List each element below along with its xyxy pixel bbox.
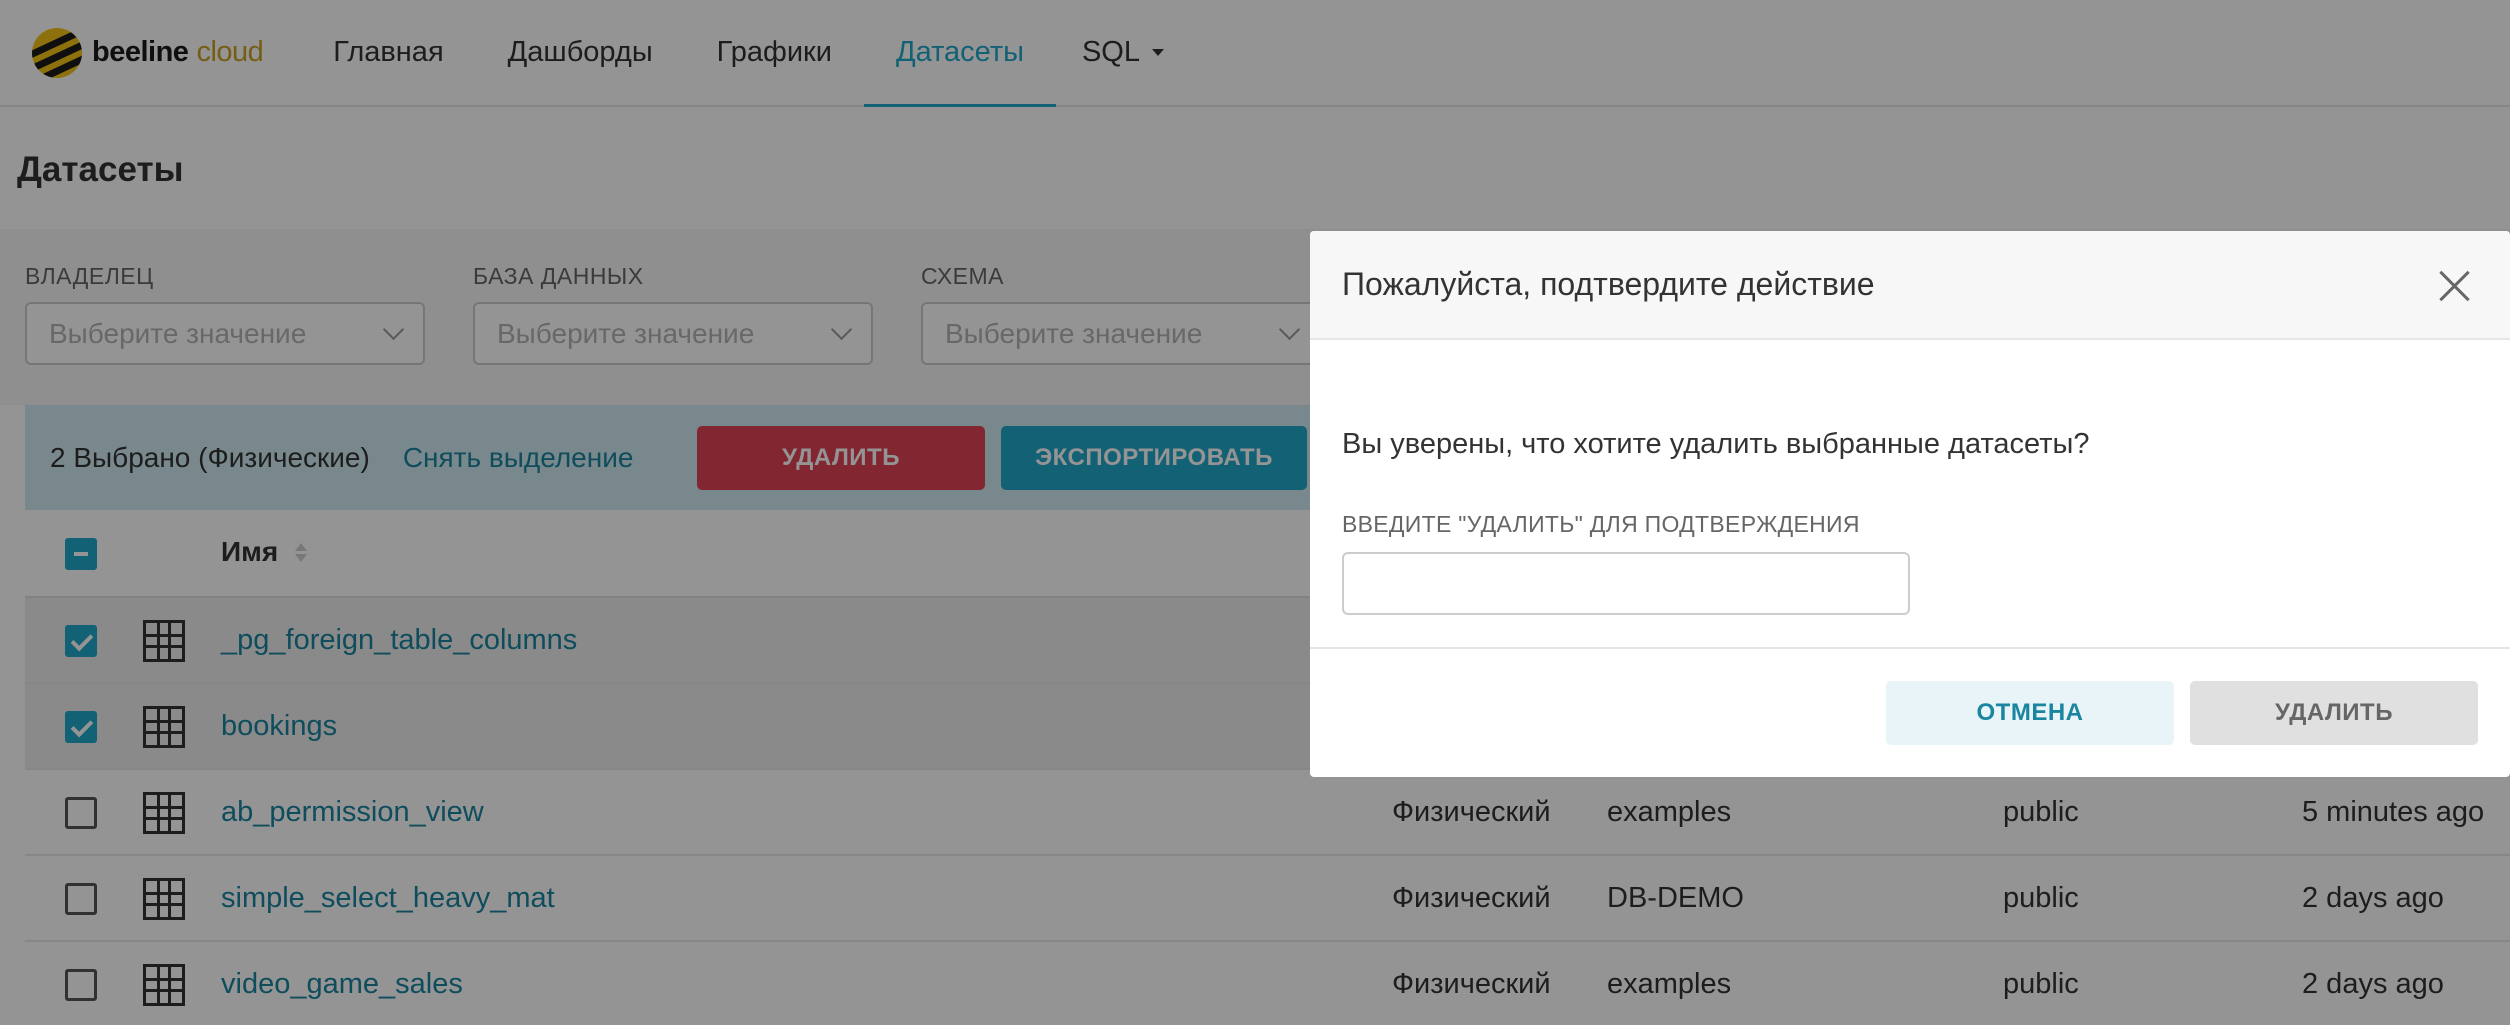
confirm-delete-modal: Пожалуйста, подтвердите действие Вы увер… bbox=[1310, 231, 2510, 777]
modal-title: Пожалуйста, подтвердите действие bbox=[1342, 266, 1875, 302]
modal-header: Пожалуйста, подтвердите действие bbox=[1310, 231, 2510, 340]
modal-divider bbox=[1310, 647, 2510, 649]
cancel-button[interactable]: ОТМЕНА bbox=[1886, 681, 2174, 745]
modal-question: Вы уверены, что хотите удалить выбранные… bbox=[1342, 428, 2090, 460]
confirm-delete-button[interactable]: УДАЛИТЬ bbox=[2190, 681, 2478, 745]
confirm-delete-input[interactable] bbox=[1342, 552, 1910, 615]
close-icon[interactable] bbox=[2437, 269, 2471, 303]
confirm-input-label: ВВЕДИТЕ "УДАЛИТЬ" ДЛЯ ПОДТВЕРЖДЕНИЯ bbox=[1342, 511, 1860, 537]
